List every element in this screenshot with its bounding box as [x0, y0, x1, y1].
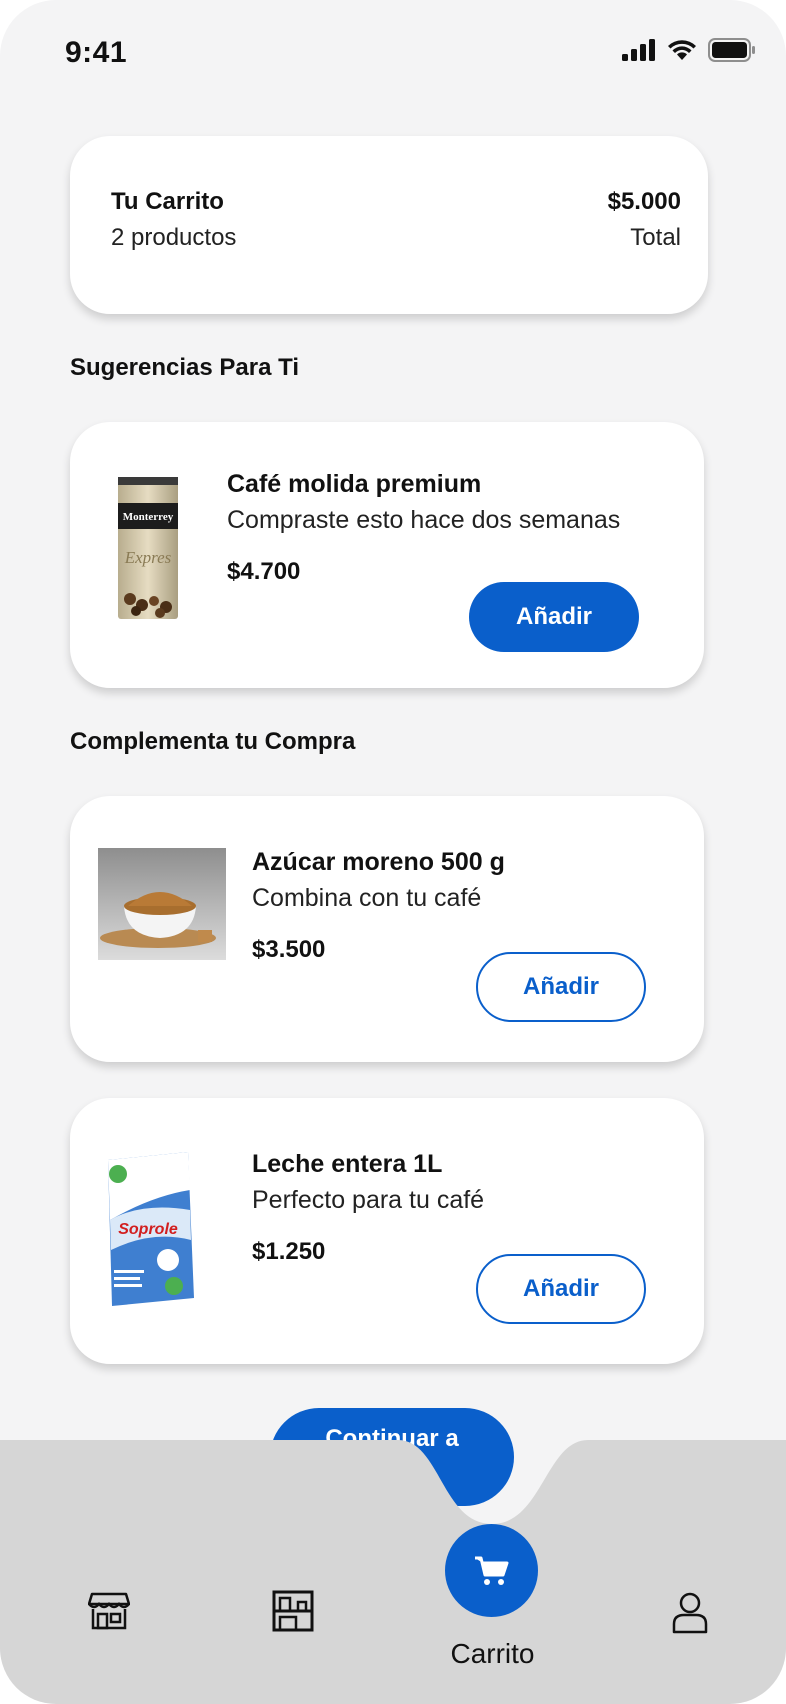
- product-description: Perfecto para tu café: [252, 1186, 485, 1214]
- product-name: Leche entera 1L: [252, 1150, 443, 1178]
- signal-icon: [622, 39, 655, 61]
- cart-nav-button[interactable]: [445, 1524, 538, 1617]
- section-title-complement: Complementa tu Compra: [70, 728, 356, 755]
- cart-item-count: 2 productos: [111, 224, 237, 251]
- coffee-script-text: Expres: [124, 548, 172, 567]
- cart-icon: [474, 1556, 508, 1585]
- status-time: 9:41: [65, 36, 128, 69]
- product-card-milk: Soprole Leche entera 1L Perfecto para tu…: [70, 1098, 704, 1364]
- product-price: $1.250: [252, 1238, 326, 1265]
- add-coffee-button[interactable]: Añadir: [469, 582, 639, 652]
- product-price: $4.700: [227, 558, 301, 585]
- cart-total-label: Total: [630, 224, 681, 251]
- product-price: $3.500: [252, 936, 326, 963]
- milk-brand-text: Soprole: [118, 1221, 178, 1238]
- cart-summary-card[interactable]: Tu Carrito 2 productos $5.000 Total: [70, 136, 708, 314]
- product-description: Compraste esto hace dos semanas: [227, 506, 621, 534]
- product-name: Azúcar moreno 500 g: [252, 848, 505, 876]
- store-icon[interactable]: [88, 1592, 130, 1630]
- shelves-icon[interactable]: [272, 1590, 314, 1632]
- product-name: Café molida premium: [227, 470, 482, 498]
- cart-total: $5.000: [607, 188, 681, 215]
- brown-sugar-image: [98, 848, 226, 960]
- section-title-suggestions: Sugerencias Para Ti: [70, 354, 300, 381]
- add-milk-button[interactable]: Añadir: [476, 1254, 646, 1324]
- product-description: Combina con tu café: [252, 884, 482, 912]
- coffee-bag-image: Monterrey Expres: [118, 477, 178, 619]
- cart-title: Tu Carrito: [111, 188, 224, 215]
- product-card-sugar: Azúcar moreno 500 g Combina con tu café …: [70, 796, 704, 1062]
- wifi-icon: [668, 40, 696, 60]
- nav-label-cart[interactable]: Carrito: [440, 1638, 545, 1670]
- milk-carton-image: Soprole: [108, 1152, 194, 1306]
- phone-screen: 9:41 Tu Carrito 2 productos $5.000 Total…: [0, 0, 786, 1704]
- bottom-nav-bar: [0, 1440, 786, 1704]
- coffee-brand-text: Monterrey: [123, 511, 174, 523]
- user-icon[interactable]: [672, 1592, 708, 1634]
- battery-icon: [708, 38, 755, 62]
- add-sugar-button[interactable]: Añadir: [476, 952, 646, 1022]
- product-card-coffee: Monterrey Expres Café molida premium Com…: [70, 422, 704, 688]
- status-icons: [622, 38, 756, 62]
